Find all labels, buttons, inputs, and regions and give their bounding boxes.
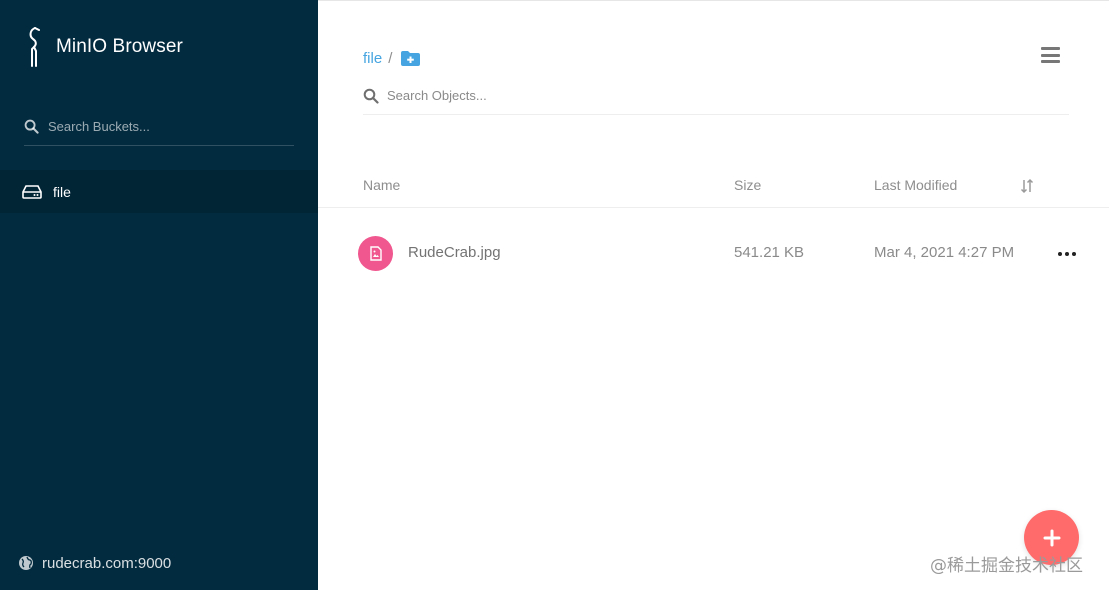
breadcrumb-separator: / <box>388 49 393 67</box>
table-header: Name Size Last Modified <box>318 166 1109 208</box>
object-search <box>363 83 1069 115</box>
sort-icon[interactable] <box>1020 178 1034 194</box>
hard-drive-icon <box>22 184 42 199</box>
menu-bar-icon <box>1041 47 1060 50</box>
menu-button[interactable] <box>1041 45 1061 65</box>
object-search-input[interactable] <box>387 88 1047 103</box>
table-row[interactable]: RudeCrab.jpg 541.21 KB Mar 4, 2021 4:27 … <box>318 219 1109 287</box>
sidebar-item-bucket-file[interactable]: file <box>0 170 318 213</box>
column-header-name[interactable]: Name <box>363 177 400 193</box>
file-name[interactable]: RudeCrab.jpg <box>408 244 501 261</box>
sidebar: MinIO Browser file rudecrab.com:90 <box>0 0 318 590</box>
breadcrumb-bucket[interactable]: file <box>363 50 382 67</box>
search-icon <box>24 119 39 134</box>
brand-title: MinIO Browser <box>56 36 183 57</box>
brand: MinIO Browser <box>22 26 183 68</box>
minio-browser-app: MinIO Browser file rudecrab.com:90 <box>0 0 1109 590</box>
file-size: 541.21 KB <box>734 244 805 261</box>
host-address: rudecrab.com:9000 <box>42 554 172 572</box>
menu-bar-icon <box>1041 60 1060 63</box>
search-icon <box>363 88 379 104</box>
main-content: file / Name Size Last Modified <box>318 0 1109 590</box>
minio-logo-icon <box>29 27 40 67</box>
image-file-icon <box>358 236 393 271</box>
menu-bar-icon <box>1041 53 1060 57</box>
host-info: rudecrab.com:9000 <box>18 553 171 573</box>
bucket-label: file <box>53 183 71 200</box>
breadcrumb: file / <box>363 47 421 69</box>
bucket-search-input[interactable] <box>48 119 278 134</box>
column-header-last-modified[interactable]: Last Modified <box>874 177 957 193</box>
file-last-modified: Mar 4, 2021 4:27 PM <box>874 244 1015 261</box>
watermark: @稀土掘金技术社区 <box>930 556 1083 576</box>
more-actions-icon[interactable] <box>1058 249 1076 259</box>
column-header-size[interactable]: Size <box>734 177 761 193</box>
folder-add-icon[interactable] <box>400 50 421 67</box>
globe-icon <box>19 556 33 570</box>
bucket-search <box>24 108 294 146</box>
plus-icon <box>1043 529 1060 546</box>
